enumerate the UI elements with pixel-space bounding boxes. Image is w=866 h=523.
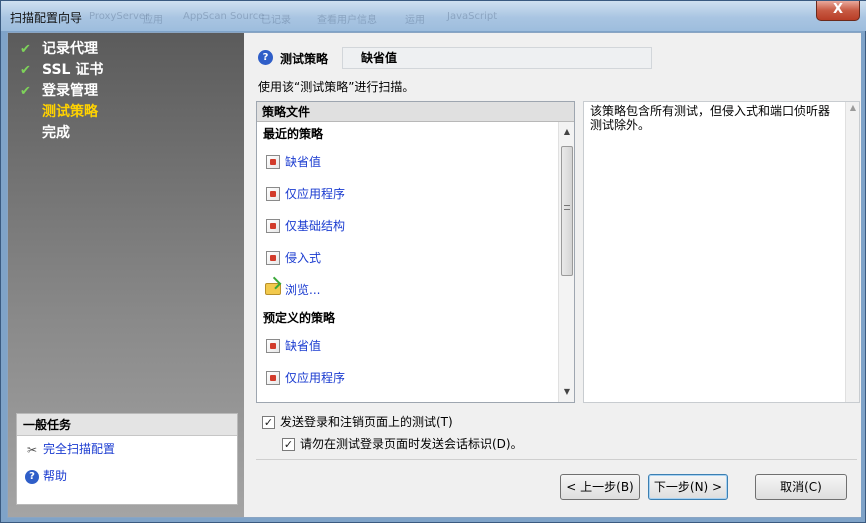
step-login-management[interactable]: ✔ 登录管理 <box>16 81 103 102</box>
predefined-item-default[interactable]: 缺省值 <box>257 330 558 362</box>
divider <box>256 459 857 460</box>
checkbox-checked[interactable]: ✓ <box>262 416 275 429</box>
step-label: 记录代理 <box>42 41 98 57</box>
policy-file-icon <box>266 339 280 353</box>
check-icon: ✔ <box>20 42 31 57</box>
scroll-down-icon[interactable]: ▼ <box>559 384 575 400</box>
instruction-text: 使用该“测试策略”进行扫描。 <box>258 80 415 94</box>
policy-item-label: 浏览... <box>285 283 321 297</box>
close-button[interactable]: X <box>816 1 860 21</box>
no-session-ids-checkbox[interactable]: ✓ 请勿在测试登录页面时发送会话标识(D)。 <box>282 436 523 453</box>
scroll-up-icon[interactable]: ▲ <box>846 103 860 112</box>
description-scrollbar[interactable]: ▲ <box>845 102 859 402</box>
general-tasks-panel: 一般任务 ✂ 完全扫描配置 ? 帮助 <box>16 413 238 505</box>
step-finish[interactable]: 完成 <box>16 123 103 144</box>
policy-item-label: 仅应用程序 <box>285 371 346 385</box>
check-icon: ✔ <box>20 84 31 99</box>
policy-files-list: 最近的策略 缺省值 仅应用程序 仅基础结构 侵入式 浏览... 预定义的策略 缺… <box>257 122 558 402</box>
task-label: 完全扫描配置 <box>43 442 116 456</box>
policy-file-icon <box>266 187 280 201</box>
title-bar[interactable]: 扫描配置向导 ProxyServer 应用 AppScan Source 已记录… <box>1 1 866 31</box>
predefined-policies-title: 预定义的策略 <box>263 311 336 325</box>
task-label: 帮助 <box>43 469 68 483</box>
task-full-scan-config[interactable]: ✂ 完全扫描配置 <box>17 436 237 463</box>
step-label: SSL 证书 <box>42 62 104 78</box>
step-label: 登录管理 <box>42 83 98 99</box>
wizard-content: ✔ 记录代理 ✔ SSL 证书 ✔ 登录管理 测试策略 完成 一般任务 ✂ 完全… <box>7 32 861 518</box>
help-icon[interactable]: ? <box>258 50 273 65</box>
check-icon: ✔ <box>20 63 31 78</box>
step-ssl-certificate[interactable]: ✔ SSL 证书 <box>16 60 103 81</box>
policy-file-icon <box>266 219 280 233</box>
recent-policies-title: 最近的策略 <box>263 127 324 141</box>
predefined-item-application-only[interactable]: 仅应用程序 <box>257 362 558 394</box>
policy-file-icon <box>266 155 280 169</box>
wizard-steps-pane: ✔ 记录代理 ✔ SSL 证书 ✔ 登录管理 测试策略 完成 一般任务 ✂ 完全… <box>8 33 244 517</box>
close-icon: X <box>832 2 844 17</box>
policy-item-invasive[interactable]: 侵入式 <box>257 242 558 274</box>
checkbox-label: 发送登录和注销页面上的测试(T) <box>280 415 453 429</box>
open-folder-icon <box>265 283 281 295</box>
tools-icon: ✂ <box>26 443 38 457</box>
send-login-logout-tests-checkbox[interactable]: ✓ 发送登录和注销页面上的测试(T) <box>262 414 453 431</box>
grip-icon <box>564 205 570 210</box>
background-ghost-text: 已记录 <box>261 15 291 26</box>
policy-pane: ? 测试策略 缺省值 使用该“测试策略”进行扫描。 策略文件 最近的策略 缺省值… <box>244 33 861 517</box>
policy-file-icon <box>266 371 280 385</box>
policy-item-label: 仅基础结构 <box>285 219 346 233</box>
policy-item-label: 缺省值 <box>285 339 322 353</box>
background-ghost-text: ProxyServer <box>89 11 150 22</box>
policy-description: 该策略包含所有测试，但侵入式和端口侦听器测试除外。 <box>590 104 831 132</box>
background-ghost-text: AppScan Source <box>183 11 265 22</box>
scroll-up-icon[interactable]: ▲ <box>559 124 575 140</box>
general-tasks-title: 一般任务 <box>17 414 237 436</box>
policy-item-label: 侵入式 <box>285 251 322 265</box>
step-test-policy[interactable]: 测试策略 <box>16 102 103 123</box>
step-label: 测试策略 <box>42 104 98 120</box>
policy-files-panel: 策略文件 最近的策略 缺省值 仅应用程序 仅基础结构 侵入式 浏览... 预定义… <box>256 101 575 403</box>
back-button[interactable]: < 上一步(B) <box>560 474 640 500</box>
policy-file-icon <box>266 251 280 265</box>
next-button[interactable]: 下一步(N) > <box>648 474 728 500</box>
policy-item-browse[interactable]: 浏览... <box>257 274 558 306</box>
policy-item-application-only[interactable]: 仅应用程序 <box>257 178 558 210</box>
policy-files-scrollbar[interactable]: ▲ ▼ <box>558 122 574 402</box>
policy-item-label: 缺省值 <box>285 155 322 169</box>
step-record-proxy[interactable]: ✔ 记录代理 <box>16 39 103 60</box>
background-ghost-text: 应用 <box>143 15 163 26</box>
wizard-steps: ✔ 记录代理 ✔ SSL 证书 ✔ 登录管理 测试策略 完成 <box>16 39 103 144</box>
help-icon: ? <box>25 470 39 484</box>
checkbox-checked[interactable]: ✓ <box>282 438 295 451</box>
background-ghost-text: JavaScript <box>447 11 498 22</box>
policy-item-infrastructure-only[interactable]: 仅基础结构 <box>257 210 558 242</box>
policy-value-field: 缺省值 <box>342 47 652 69</box>
scan-config-wizard-window: 扫描配置向导 ProxyServer 应用 AppScan Source 已记录… <box>0 0 866 523</box>
cancel-button[interactable]: 取消(C) <box>755 474 847 500</box>
policy-description-panel: 该策略包含所有测试，但侵入式和端口侦听器测试除外。 ▲ <box>583 101 860 403</box>
task-help[interactable]: ? 帮助 <box>17 463 237 490</box>
background-ghost-text: 查看用户信息 <box>317 15 377 26</box>
step-label: 完成 <box>42 125 70 141</box>
window-title: 扫描配置向导 <box>10 11 83 25</box>
checkbox-label: 请勿在测试登录页面时发送会话标识(D)。 <box>300 437 523 451</box>
policy-files-header: 策略文件 <box>257 102 574 122</box>
policy-item-default[interactable]: 缺省值 <box>257 146 558 178</box>
policy-label: 测试策略 <box>280 52 329 66</box>
background-ghost-text: 运用 <box>405 15 425 26</box>
scrollbar-thumb[interactable] <box>561 146 573 276</box>
policy-item-label: 仅应用程序 <box>285 187 346 201</box>
